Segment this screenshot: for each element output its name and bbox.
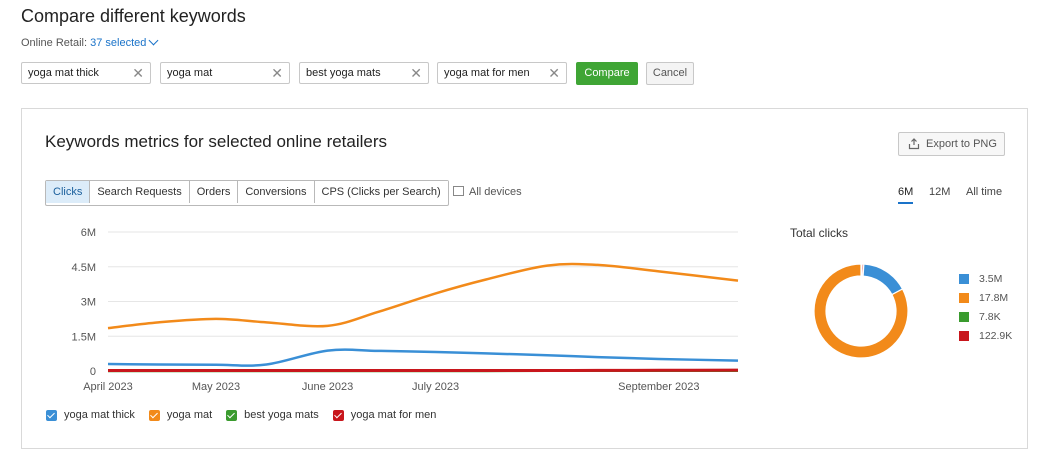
metrics-panel: Keywords metrics for selected online ret… xyxy=(21,108,1028,449)
total-clicks-donut xyxy=(813,263,909,359)
legend-swatch xyxy=(959,330,969,341)
compare-button[interactable]: Compare xyxy=(576,62,638,85)
donut-value: 17.8M xyxy=(979,291,1009,304)
keyword-input-2[interactable]: yoga mat ✕ xyxy=(160,62,290,84)
legend-swatch xyxy=(959,292,969,303)
retail-selected-label[interactable]: 37 selected xyxy=(90,37,146,49)
keyword-text[interactable]: yoga mat xyxy=(167,67,212,79)
legend-swatch xyxy=(959,311,969,322)
donut-legend-row: 7.8K xyxy=(959,307,1012,326)
donut-value: 122.9K xyxy=(979,329,1013,342)
donut-legend: 3.5M 17.8M 7.8K 122.9K xyxy=(959,269,1012,345)
retail-selected-dropdown[interactable]: 37 selected xyxy=(90,35,159,49)
keyword-text[interactable]: yoga mat thick xyxy=(28,67,99,79)
donut-legend-row: 3.5M xyxy=(959,269,1012,288)
keyword-text[interactable]: yoga mat for men xyxy=(444,67,530,79)
remove-keyword-icon[interactable]: ✕ xyxy=(271,65,283,81)
legend-swatch xyxy=(959,273,969,284)
donut-legend-row: 17.8M xyxy=(959,288,1012,307)
keyword-input-3[interactable]: best yoga mats ✕ xyxy=(299,62,429,84)
retail-selector: Online Retail: 37 selected xyxy=(21,35,159,49)
keyword-text[interactable]: best yoga mats xyxy=(306,67,381,79)
page-title: Compare different keywords xyxy=(21,6,246,26)
remove-keyword-icon[interactable]: ✕ xyxy=(548,65,560,81)
keyword-input-4[interactable]: yoga mat for men ✕ xyxy=(437,62,567,84)
chevron-down-icon[interactable] xyxy=(148,35,159,46)
remove-keyword-icon[interactable]: ✕ xyxy=(410,65,422,81)
keyword-input-1[interactable]: yoga mat thick ✕ xyxy=(21,62,151,84)
remove-keyword-icon[interactable]: ✕ xyxy=(132,65,144,81)
donut-value: 3.5M xyxy=(979,272,1003,285)
donut-legend-row: 122.9K xyxy=(959,326,1012,345)
retail-label: Online Retail: xyxy=(21,37,88,49)
donut-value: 7.8K xyxy=(979,310,1001,323)
donut-slice-3_5M xyxy=(862,263,904,296)
cancel-button[interactable]: Cancel xyxy=(646,62,694,85)
